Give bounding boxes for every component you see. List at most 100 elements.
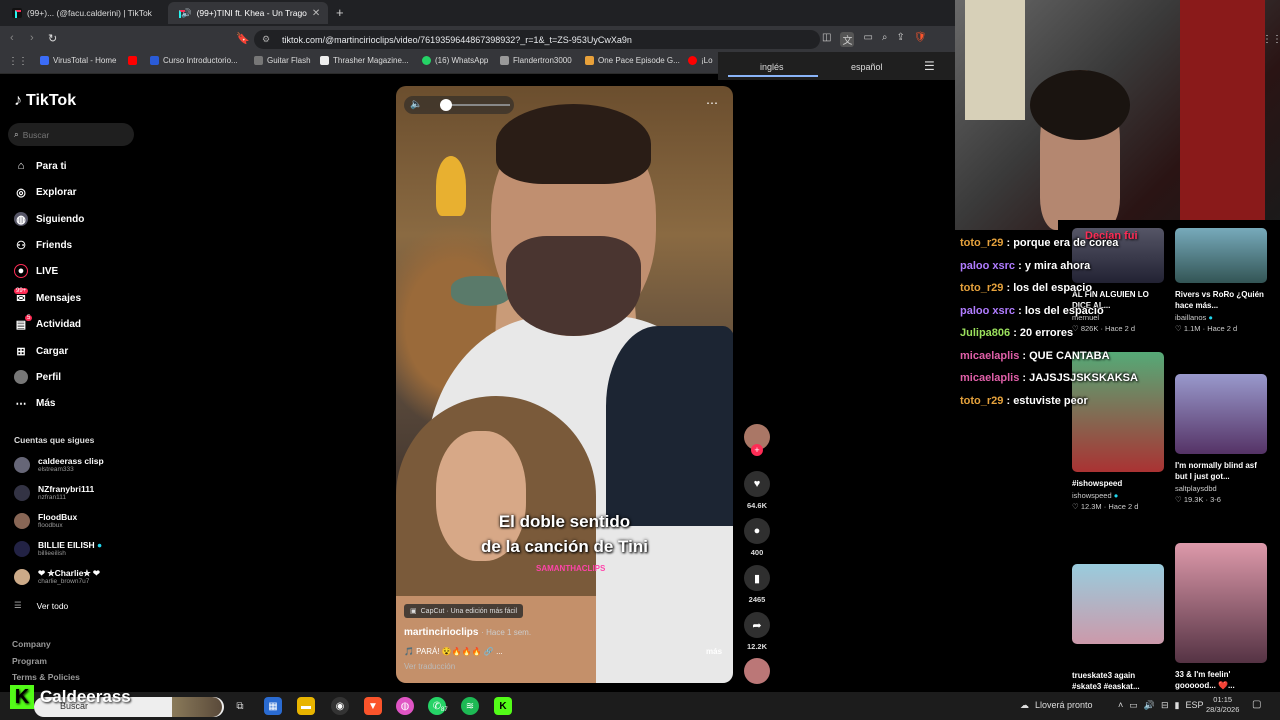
share-action[interactable]: ➦ 12.2K (740, 612, 774, 651)
author-name[interactable]: martincirioclips · Hace 1 sem. (404, 627, 531, 638)
following-account[interactable]: NZfranybri111 nzfran111 (14, 484, 94, 502)
more-link[interactable]: más (706, 647, 722, 656)
tiktok-logo[interactable]: ♪ TikTok (14, 92, 76, 110)
active-tab-indicator (728, 75, 818, 77)
account-handle: charlie_brown7u7 (38, 578, 90, 585)
bookmark-thrasher[interactable]: Thrasher Magazine... (320, 56, 409, 65)
video-player[interactable]: 🔈 ⋯ El doble sentido de la canción de Ti… (396, 86, 733, 683)
nav-friends[interactable]: ⚇ Friends (14, 238, 72, 252)
tab-tini-video[interactable]: 🔊 (99+)TINI ft. Khea - Un Trago ✕ (168, 2, 328, 24)
following-account[interactable]: FloodBux floodbux (14, 512, 77, 530)
menu-icon[interactable]: ☰ (924, 59, 935, 73)
app-icon[interactable]: ◍ (396, 697, 414, 715)
search-input[interactable]: ⌕ Buscar (8, 123, 134, 146)
capcut-badge[interactable]: ▣ CapCut · Una edición más fácil (404, 604, 524, 618)
capcut-label: CapCut · Una edición más fácil (420, 607, 518, 615)
footer-company[interactable]: Company (12, 639, 51, 649)
language-indicator[interactable]: ESP (1186, 700, 1204, 711)
clock[interactable]: 01:15 28/3/2026 (1206, 695, 1239, 715)
bookmark-icon[interactable]: 🔖 (236, 32, 250, 45)
kick-icon[interactable]: K (494, 697, 512, 715)
brave-shield-icon[interactable]: 🛡 (914, 32, 927, 47)
bookmark-lo[interactable]: ¡Lo (688, 56, 713, 65)
tab-label: (99+)... (@facu.calderini) | TikTok (27, 8, 152, 18)
screen: (99+)... (@facu.calderini) | TikTok 🔊 (99… (0, 0, 1280, 720)
see-translation-link[interactable]: Ver traducción (404, 662, 455, 671)
video-card[interactable]: I'm normally blind asf but I just got...… (1175, 374, 1267, 504)
spotify-icon[interactable]: ≋ (461, 697, 479, 715)
brave-icon[interactable]: ▼ (364, 697, 382, 715)
translate-from-tab[interactable]: inglés (760, 62, 784, 72)
apps-icon[interactable]: ⋮⋮ (8, 56, 28, 67)
new-tab-button[interactable]: + (336, 5, 344, 20)
reader-icon[interactable]: ◫ (822, 32, 831, 47)
account-name: FloodBux (38, 512, 78, 522)
footer-program[interactable]: Program (12, 656, 47, 666)
weather-widget[interactable]: ☁ Lloverá pronto (1020, 700, 1093, 711)
cast-icon[interactable]: ▭ (863, 32, 872, 47)
obs-icon[interactable]: ◉ (331, 697, 349, 715)
author-avatar-action[interactable]: + (740, 424, 774, 456)
nav-cargar[interactable]: ⊞ Cargar (14, 344, 68, 358)
save-action[interactable]: ▮ 2465 (740, 565, 774, 604)
nav-actividad[interactable]: ▤ Actividad (14, 317, 81, 331)
bookmark-whatsapp[interactable]: (16) WhatsApp (422, 56, 488, 65)
task-view-icon[interactable]: ⧉ (231, 697, 249, 715)
bookmark-curso[interactable]: Curso Introductorio... (150, 56, 238, 65)
bookmark-youtube[interactable] (128, 56, 137, 65)
close-icon[interactable]: ✕ (312, 8, 320, 19)
video-card[interactable]: trueskate3 again #skate3 #easkat... (1072, 564, 1164, 692)
sound-action[interactable] (740, 658, 774, 684)
zoom-icon[interactable]: ⌕ (882, 32, 888, 47)
nav-perfil[interactable]: Perfil (14, 370, 61, 384)
back-icon[interactable]: ‹ (10, 32, 14, 44)
following-account[interactable]: BILLIE EILISH ● billieeilish (14, 540, 102, 558)
following-account[interactable]: caldeerass clisp elstream333 (14, 456, 104, 474)
network-icon[interactable]: ⊟ (1161, 700, 1169, 711)
nav-explorar[interactable]: ◎ Explorar (14, 185, 76, 199)
tab-label: (99+)TINI ft. Khea - Un Trago (196, 8, 307, 18)
like-action[interactable]: ♥ 64.6K (740, 471, 774, 510)
avatar (14, 457, 30, 473)
following-account[interactable]: ❤ ✮Charlie✮ ❤ charlie_brown7u7 (14, 568, 100, 586)
volume-icon[interactable]: 🔊 (1144, 700, 1155, 711)
follow-plus-icon[interactable]: + (751, 444, 763, 456)
footer-terms[interactable]: Terms & Policies (12, 672, 80, 682)
bookmark-flandertron[interactable]: Flandertron3000 (500, 56, 572, 65)
file-explorer-icon[interactable]: ▬ (297, 697, 315, 715)
chevron-up-icon[interactable]: ˄ (1118, 700, 1123, 711)
volume-control[interactable]: 🔈 (404, 96, 514, 114)
weather-label: Lloverá pronto (1035, 700, 1093, 710)
translate-icon[interactable]: 文 (840, 32, 855, 47)
notifications-icon[interactable]: ▢ (1252, 699, 1261, 710)
kick-logo-icon: K (10, 685, 34, 709)
volume-knob[interactable] (440, 99, 452, 111)
site-info-icon[interactable]: ⚙ (262, 34, 270, 45)
nav-para-ti[interactable]: ⌂ Para ti (14, 159, 67, 173)
bookmark-one-pace[interactable]: One Pace Episode G... (585, 56, 680, 65)
following-icon: ◍ (14, 212, 28, 226)
see-all-link[interactable]: ☰ Ver todo (14, 600, 68, 611)
video-card[interactable]: 33 & I'm feelin' goooood... ❤️... (1175, 543, 1267, 691)
menu-icon[interactable]: ⋮⋮ (1262, 34, 1280, 45)
tray-icon[interactable]: ▭ (1129, 700, 1138, 711)
speaker-icon[interactable]: 🔈 (410, 99, 422, 110)
address-bar[interactable]: tiktok.com/@martincirioclips/video/76193… (254, 30, 820, 49)
comment-action[interactable]: ● 400 (740, 518, 774, 557)
nav-live[interactable]: ● LIVE (14, 264, 58, 278)
bookmark-virustotal[interactable]: VirusTotal - Home (40, 56, 116, 65)
reload-icon[interactable]: ↻ (48, 32, 57, 45)
nav-mas[interactable]: ⋯ Más (14, 396, 56, 410)
tab-tiktok-profile[interactable]: (99+)... (@facu.calderini) | TikTok (4, 2, 166, 24)
chat-text: 20 errores (1019, 327, 1074, 339)
bookmark-guitar-flash[interactable]: Guitar Flash (254, 56, 311, 65)
nav-siguiendo[interactable]: ◍ Siguiendo (14, 212, 84, 226)
battery-icon[interactable]: ▮ (1175, 700, 1180, 711)
store-icon[interactable]: ▦ (264, 697, 282, 715)
share-icon[interactable]: ⇪ (897, 32, 905, 47)
forward-icon[interactable]: › (30, 32, 34, 44)
more-options-icon[interactable]: ⋯ (706, 96, 718, 110)
heart-icon: ♡ (1175, 495, 1182, 504)
translate-to-tab[interactable]: español (851, 62, 883, 72)
video-card[interactable]: Rivers vs RoRo ¿Quién hace más... ibaill… (1175, 228, 1267, 333)
